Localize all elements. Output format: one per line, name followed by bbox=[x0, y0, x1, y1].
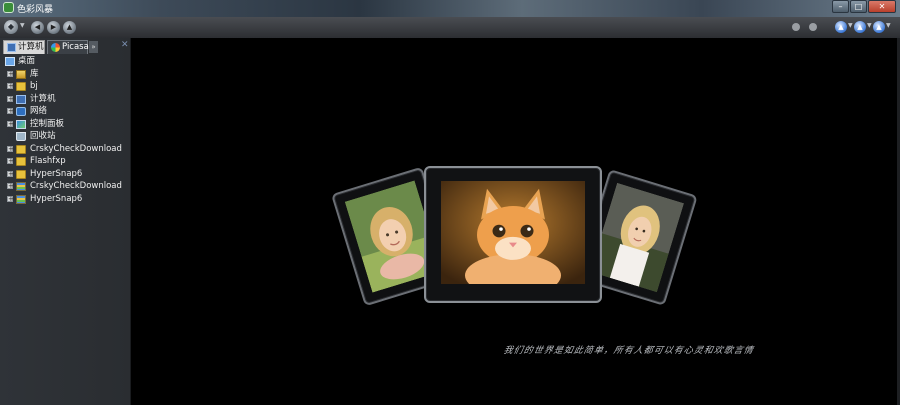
app-menu-dropdown-icon[interactable]: ▼ bbox=[20, 22, 25, 29]
tree-item-label: 控制面板 bbox=[30, 118, 65, 129]
expand-icon[interactable]: + bbox=[7, 108, 14, 115]
folder-icon bbox=[16, 144, 26, 154]
tree-item-label: 网络 bbox=[30, 106, 48, 116]
status-dot-2[interactable] bbox=[809, 23, 817, 31]
tab-computer-label: 计算机 bbox=[18, 42, 44, 52]
expand-icon[interactable]: + bbox=[7, 70, 14, 77]
folder-tree: 桌面 + 库 + bj + 计算机 + 网络 + 控制面板 回收站 + Crsk… bbox=[0, 55, 130, 205]
expand-icon[interactable]: + bbox=[7, 158, 14, 165]
tree-item-hypersnap6-archive[interactable]: + HyperSnap6 bbox=[0, 193, 130, 206]
app-icon bbox=[3, 2, 14, 13]
folder-icon bbox=[16, 157, 26, 166]
tree-item-label: 库 bbox=[30, 68, 39, 79]
app-window: 色彩风暴 – □ ✕ ◆ ▼ ◀ ▶ ▲ ▲ ▲ ▲ ▼ ▼ ▼ 计算机 Pic… bbox=[0, 0, 900, 405]
tree-item-computer[interactable]: + 计算机 bbox=[0, 93, 130, 106]
expand-icon[interactable]: + bbox=[7, 95, 14, 102]
close-panel-icon[interactable]: ✕ bbox=[121, 40, 129, 50]
picasa-icon bbox=[51, 43, 60, 52]
desktop-icon bbox=[5, 57, 15, 66]
tree-item-bj[interactable]: + bj bbox=[0, 80, 130, 93]
sidebar-tabs: 计算机 Picasa » ✕ bbox=[3, 40, 129, 54]
expand-icon[interactable]: + bbox=[7, 145, 14, 152]
tree-item-label: 回收站 bbox=[30, 131, 56, 141]
forward-button[interactable]: ▶ bbox=[47, 21, 60, 34]
tree-item-label: 计算机 bbox=[30, 93, 56, 104]
title-bar[interactable]: 色彩风暴 – □ ✕ bbox=[0, 0, 900, 17]
status-dot-1[interactable] bbox=[792, 23, 800, 31]
tree-item-hypersnap6[interactable]: + HyperSnap6 bbox=[0, 168, 130, 181]
tree-item-label: Flashfxp bbox=[30, 156, 66, 166]
window-controls: – □ ✕ bbox=[831, 0, 896, 13]
tree-item-crskycheckdownload-archive[interactable]: + CrskyCheckDownload bbox=[0, 180, 130, 193]
blue-action-icon-3[interactable]: ▲ bbox=[873, 21, 885, 33]
tree-item-label: HyperSnap6 bbox=[30, 168, 83, 179]
folder-icon bbox=[16, 82, 26, 91]
folder-icon bbox=[16, 169, 26, 179]
tree-item-label: CrskyCheckDownload bbox=[30, 143, 122, 154]
kitten-photo-image bbox=[441, 181, 585, 284]
tree-item-label: bj bbox=[30, 81, 38, 91]
folder-sidebar: 计算机 Picasa » ✕ 桌面 + 库 + bj + 计算机 + 网络 + … bbox=[0, 38, 131, 405]
dropdown-caret-2[interactable]: ▼ bbox=[867, 22, 872, 29]
window-title: 色彩风暴 bbox=[17, 5, 54, 15]
tree-item-library[interactable]: + 库 bbox=[0, 68, 130, 81]
toolbar: ◆ ▼ ◀ ▶ ▲ ▲ ▲ ▲ ▼ ▼ ▼ bbox=[0, 17, 900, 39]
tree-item-crskycheckdownload[interactable]: + CrskyCheckDownload bbox=[0, 143, 130, 156]
expand-icon[interactable]: + bbox=[7, 83, 14, 90]
tree-item-flashfxp[interactable]: + Flashfxp bbox=[0, 155, 130, 168]
blue-action-icon-2[interactable]: ▲ bbox=[854, 21, 866, 33]
recycle-bin-icon bbox=[16, 132, 26, 141]
photo-viewer[interactable]: 我们的世界是如此简单，所有人都可以有心灵和欢歌言情 bbox=[131, 38, 897, 405]
archive-icon bbox=[16, 182, 26, 191]
tab-computer[interactable]: 计算机 bbox=[3, 40, 45, 54]
expand-icon[interactable]: + bbox=[7, 183, 14, 190]
tree-item-network[interactable]: + 网络 bbox=[0, 105, 130, 118]
photo-caption: 我们的世界是如此简单，所有人都可以有心灵和欢歌言情 bbox=[502, 346, 755, 356]
library-icon bbox=[16, 69, 26, 79]
maximize-button[interactable]: □ bbox=[850, 0, 867, 13]
minimize-button[interactable]: – bbox=[832, 0, 849, 13]
tree-item-control-panel[interactable]: + 控制面板 bbox=[0, 118, 130, 131]
app-menu-icon[interactable]: ◆ bbox=[4, 20, 18, 34]
tab-picasa[interactable]: Picasa bbox=[47, 40, 89, 54]
computer-icon bbox=[16, 94, 26, 104]
tree-item-label: CrskyCheckDownload bbox=[30, 181, 122, 191]
expand-icon[interactable]: + bbox=[7, 120, 14, 127]
expand-icon[interactable]: + bbox=[7, 170, 14, 177]
back-button[interactable]: ◀ bbox=[31, 21, 44, 34]
dropdown-caret-1[interactable]: ▼ bbox=[848, 22, 853, 29]
tree-item-label: HyperSnap6 bbox=[30, 193, 83, 204]
blue-action-icon-1[interactable]: ▲ bbox=[835, 21, 847, 33]
control-panel-icon bbox=[16, 119, 26, 129]
up-button[interactable]: ▲ bbox=[63, 21, 76, 34]
woman-portrait-image bbox=[589, 182, 685, 293]
network-icon bbox=[16, 107, 26, 116]
close-button[interactable]: ✕ bbox=[868, 0, 896, 13]
dropdown-caret-3[interactable]: ▼ bbox=[886, 22, 891, 29]
more-tabs-button[interactable]: » bbox=[89, 41, 98, 53]
tree-item-recycle-bin[interactable]: 回收站 bbox=[0, 130, 130, 143]
tab-picasa-label: Picasa bbox=[62, 42, 89, 52]
tree-item-label: 桌面 bbox=[18, 56, 36, 66]
archive-icon bbox=[16, 194, 26, 204]
photo-center[interactable] bbox=[424, 166, 602, 303]
computer-icon bbox=[7, 43, 16, 52]
tree-item-desktop[interactable]: 桌面 bbox=[0, 55, 130, 68]
expand-icon[interactable]: + bbox=[7, 195, 14, 202]
